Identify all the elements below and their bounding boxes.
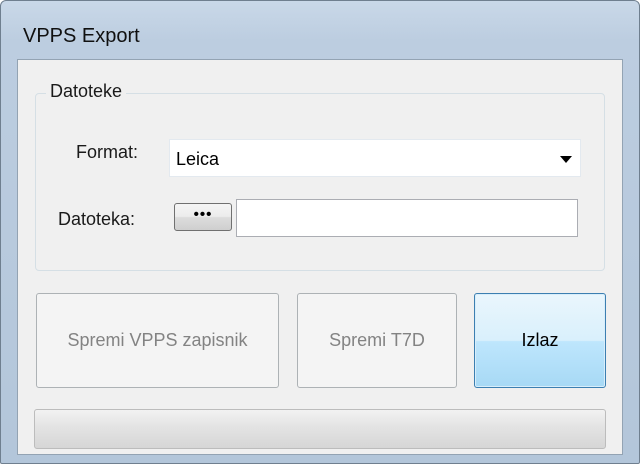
title-bar[interactable]: VPPS Export	[1, 1, 639, 59]
export-progress-bar	[34, 409, 606, 449]
format-dropdown[interactable]: Leica	[169, 139, 581, 177]
window-title: VPPS Export	[23, 25, 140, 47]
dialog-body: Datoteke Format: Leica Datoteka: ••• Spr…	[17, 59, 623, 455]
file-label: Datoteka:	[58, 209, 136, 229]
format-label: Format:	[76, 142, 139, 162]
browse-button[interactable]: •••	[174, 203, 232, 231]
files-groupbox: Datoteke Format: Leica Datoteka: •••	[35, 81, 605, 271]
exit-button[interactable]: Izlaz	[474, 293, 606, 388]
file-path-input[interactable]	[236, 199, 578, 237]
save-t7d-button[interactable]: Spremi T7D	[297, 293, 457, 388]
save-vpps-record-label: Spremi VPPS zapisnik	[67, 330, 248, 350]
save-vpps-record-button[interactable]: Spremi VPPS zapisnik	[36, 293, 279, 388]
format-selected-value: Leica	[176, 149, 220, 169]
vpps-export-window: VPPS Export Datoteke Format: Leica Datot…	[0, 0, 640, 464]
chevron-down-icon[interactable]	[560, 156, 572, 163]
exit-label: Izlaz	[521, 330, 559, 350]
save-t7d-label: Spremi T7D	[329, 330, 425, 350]
files-group-legend: Datoteke	[46, 81, 127, 102]
